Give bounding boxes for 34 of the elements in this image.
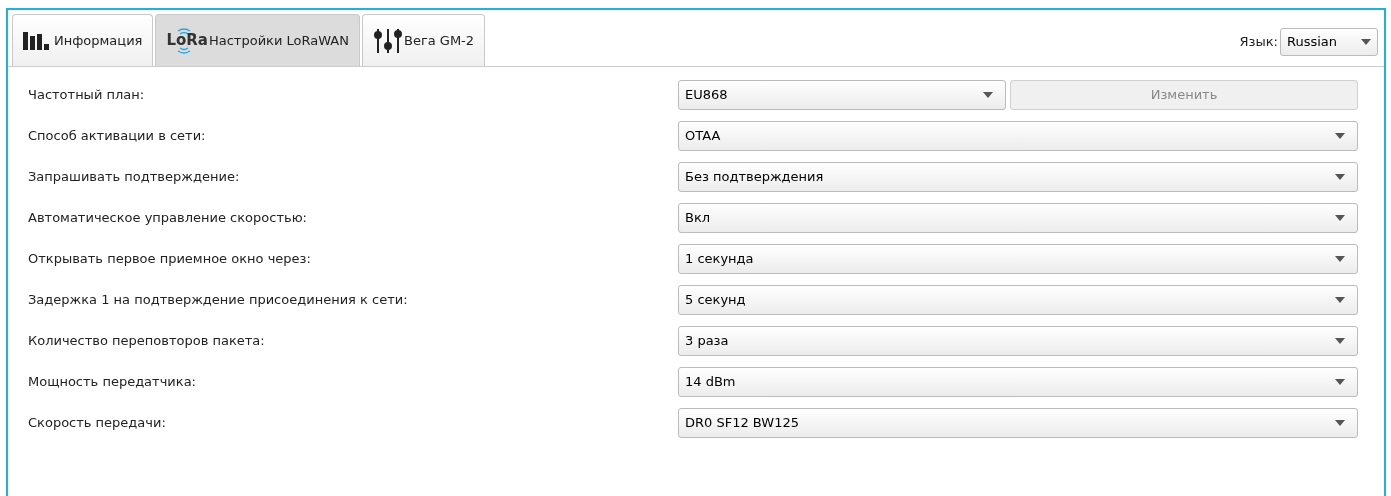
setting-label: Запрашивать подтверждение:: [28, 168, 241, 187]
dropdown-arrow-icon: [1335, 297, 1345, 303]
dropdown-arrow-icon: [1335, 338, 1345, 344]
setting-label: Задержка 1 на подтверждение присоединения к сети:: [28, 291, 409, 310]
dropdown-arrow-icon: [1335, 174, 1345, 180]
setting-label: Открывать первое приемное окно через:: [28, 250, 312, 269]
dropdown[interactable]: 5 секунд: [678, 285, 1358, 315]
language-dropdown[interactable]: Russian: [1280, 28, 1378, 56]
dropdown-arrow-icon: [1335, 256, 1345, 262]
dropdown[interactable]: OTAA: [678, 121, 1358, 151]
setting-label: Скорость передачи:: [28, 414, 167, 433]
sliders-icon: [373, 28, 403, 53]
dropdown-arrow-icon: [1361, 39, 1371, 45]
tab[interactable]: Вега GM-2: [362, 14, 486, 66]
setting-label: Способ активации в сети:: [28, 127, 207, 146]
dropdown-arrow-icon: [1335, 133, 1345, 139]
dropdown-arrow-icon: [983, 92, 993, 98]
setting-label: Мощность передатчика:: [28, 373, 197, 392]
dropdown[interactable]: DR0 SF12 BW125: [678, 408, 1358, 438]
setting-label: Автоматическое управление скоростью:: [28, 209, 308, 228]
language-label: Язык:: [1239, 33, 1278, 52]
dropdown-arrow-icon: [1335, 215, 1345, 221]
dropdown[interactable]: Вкл: [678, 203, 1358, 233]
dropdown[interactable]: EU868: [678, 80, 1006, 110]
tab[interactable]: LoRa Настройки LoRaWAN: [155, 14, 360, 66]
dropdown[interactable]: 14 dBm: [678, 367, 1358, 397]
setting-label: Частотный план:: [28, 86, 146, 105]
dropdown-arrow-icon: [1335, 379, 1345, 385]
dropdown[interactable]: 3 раза: [678, 326, 1358, 356]
tab[interactable]: Информация: [12, 14, 154, 66]
dropdown[interactable]: Без подтверждения: [678, 162, 1358, 192]
dropdown[interactable]: 1 секунда: [678, 244, 1358, 274]
setting-label: Количество переповторов пакета:: [28, 332, 266, 351]
dropdown-arrow-icon: [1335, 420, 1345, 426]
